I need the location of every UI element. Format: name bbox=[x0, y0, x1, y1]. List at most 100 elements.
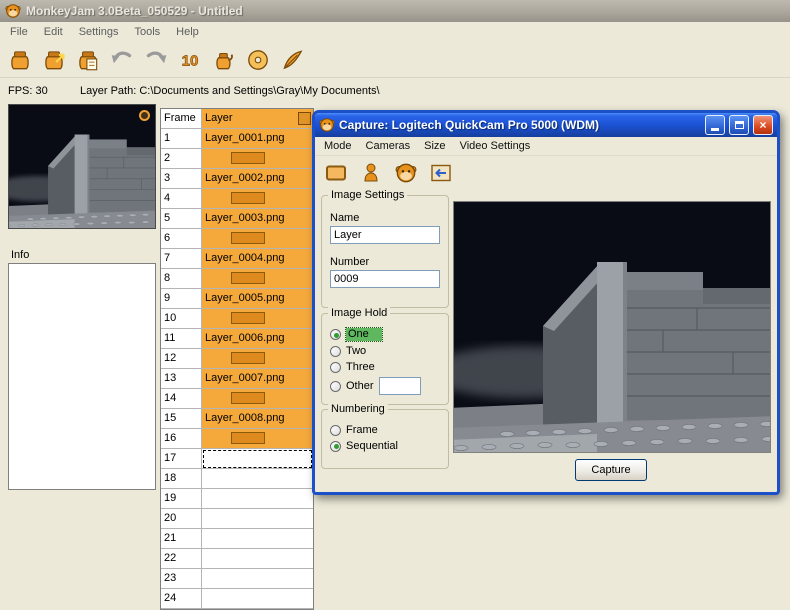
name-input[interactable] bbox=[330, 226, 440, 244]
layer-cell[interactable] bbox=[202, 509, 313, 529]
frame-number-cell[interactable]: 5 bbox=[161, 209, 202, 229]
frame-number-cell[interactable]: 13 bbox=[161, 369, 202, 389]
frame-number-cell[interactable]: 7 bbox=[161, 249, 202, 269]
layer-cell[interactable] bbox=[202, 269, 313, 289]
frame-number-cell[interactable]: 11 bbox=[161, 329, 202, 349]
layer-column-header[interactable]: Layer bbox=[202, 109, 313, 129]
layer-cell[interactable] bbox=[202, 389, 313, 409]
main-titlebar[interactable]: MonkeyJam 3.0Beta_050529 - Untitled bbox=[0, 0, 790, 22]
radio-option-three[interactable]: Three bbox=[330, 361, 442, 373]
layer-cell[interactable]: Layer_0005.png bbox=[202, 289, 313, 309]
capture-button[interactable]: Capture bbox=[575, 459, 647, 481]
frame-number-cell[interactable]: 6 bbox=[161, 229, 202, 249]
layer-cell[interactable]: Layer_0002.png bbox=[202, 169, 313, 189]
undo-icon[interactable] bbox=[107, 45, 137, 75]
layer-cell[interactable]: Layer_0001.png bbox=[202, 129, 313, 149]
frame-number-cell[interactable]: 16 bbox=[161, 429, 202, 449]
radio-option-sequential[interactable]: Sequential bbox=[330, 440, 442, 452]
exposure-sheet-header: Frame Layer bbox=[161, 109, 313, 129]
layer-cell[interactable]: Layer_0007.png bbox=[202, 369, 313, 389]
layer-cell[interactable] bbox=[202, 549, 313, 569]
export-icon[interactable] bbox=[243, 45, 273, 75]
frame-number-cell[interactable]: 15 bbox=[161, 409, 202, 429]
radio-option-frame[interactable]: Frame bbox=[330, 424, 442, 436]
capture-icon[interactable] bbox=[209, 45, 239, 75]
radio-option-one[interactable]: One bbox=[330, 328, 442, 341]
minimize-icon bbox=[711, 128, 719, 131]
other-hold-input[interactable] bbox=[379, 377, 421, 395]
status-row: FPS: 30 Layer Path: C:\Documents and Set… bbox=[0, 79, 790, 103]
capture-frame-icon[interactable] bbox=[323, 160, 349, 186]
frame-number-cell[interactable]: 23 bbox=[161, 569, 202, 589]
main-window: MonkeyJam 3.0Beta_050529 - Untitled File… bbox=[0, 0, 790, 610]
layer-cell[interactable]: Layer_0008.png bbox=[202, 409, 313, 429]
fps-10-icon[interactable] bbox=[175, 45, 205, 75]
frame-number-cell[interactable]: 19 bbox=[161, 489, 202, 509]
layer-header-button[interactable] bbox=[298, 112, 311, 125]
fps-label: FPS: 30 bbox=[8, 79, 48, 103]
save-icon[interactable] bbox=[73, 45, 103, 75]
onion-skin-target-icon[interactable] bbox=[139, 110, 150, 121]
monkey-figure-icon[interactable] bbox=[358, 160, 384, 186]
frame-number-cell[interactable]: 14 bbox=[161, 389, 202, 409]
frame-number-cell[interactable]: 3 bbox=[161, 169, 202, 189]
capture-titlebar[interactable]: Capture: Logitech QuickCam Pro 5000 (WDM… bbox=[315, 113, 777, 137]
radio-option-other[interactable]: Other bbox=[330, 377, 442, 395]
frame-number-cell[interactable]: 1 bbox=[161, 129, 202, 149]
frame-number-cell[interactable]: 9 bbox=[161, 289, 202, 309]
layer-cell[interactable]: Layer_0004.png bbox=[202, 249, 313, 269]
layer-cell[interactable] bbox=[202, 349, 313, 369]
close-button[interactable]: × bbox=[753, 115, 773, 135]
table-row: 13Layer_0007.png bbox=[161, 369, 313, 389]
radio-label: Frame bbox=[346, 424, 378, 436]
layer-cell[interactable] bbox=[202, 469, 313, 489]
frame-column-header[interactable]: Frame bbox=[161, 109, 202, 129]
back-icon[interactable] bbox=[428, 160, 454, 186]
layer-cell[interactable] bbox=[202, 489, 313, 509]
frame-number-cell[interactable]: 10 bbox=[161, 309, 202, 329]
layer-cell[interactable] bbox=[202, 429, 313, 449]
table-row: 1Layer_0001.png bbox=[161, 129, 313, 149]
layer-cell[interactable] bbox=[202, 189, 313, 209]
table-row: 7Layer_0004.png bbox=[161, 249, 313, 269]
menu-mode[interactable]: Mode bbox=[317, 137, 359, 155]
menu-cameras[interactable]: Cameras bbox=[359, 137, 418, 155]
frame-number-cell[interactable]: 8 bbox=[161, 269, 202, 289]
frame-number-cell[interactable]: 17 bbox=[161, 449, 202, 469]
frame-number-cell[interactable]: 22 bbox=[161, 549, 202, 569]
layer-cell[interactable] bbox=[202, 589, 313, 609]
frame-number-cell[interactable]: 4 bbox=[161, 189, 202, 209]
monkey-head-icon[interactable] bbox=[393, 160, 419, 186]
menu-settings[interactable]: Settings bbox=[71, 23, 127, 41]
table-row: 16 bbox=[161, 429, 313, 449]
layer-cell[interactable] bbox=[202, 449, 313, 469]
menu-tools[interactable]: Tools bbox=[126, 23, 168, 41]
layer-cell[interactable] bbox=[202, 149, 313, 169]
frame-number-cell[interactable]: 12 bbox=[161, 349, 202, 369]
maximize-button[interactable] bbox=[729, 115, 749, 135]
new-icon[interactable] bbox=[5, 45, 35, 75]
hold-indicator bbox=[231, 312, 265, 324]
layer-cell[interactable] bbox=[202, 569, 313, 589]
menu-edit[interactable]: Edit bbox=[36, 23, 71, 41]
redo-icon[interactable] bbox=[141, 45, 171, 75]
frame-number-cell[interactable]: 2 bbox=[161, 149, 202, 169]
layer-cell[interactable] bbox=[202, 309, 313, 329]
pencil-icon[interactable] bbox=[277, 45, 307, 75]
menu-help[interactable]: Help bbox=[168, 23, 207, 41]
frame-number-cell[interactable]: 18 bbox=[161, 469, 202, 489]
layer-cell[interactable]: Layer_0006.png bbox=[202, 329, 313, 349]
number-input[interactable] bbox=[330, 270, 440, 288]
menu-video-settings[interactable]: Video Settings bbox=[453, 137, 538, 155]
frame-number-cell[interactable]: 20 bbox=[161, 509, 202, 529]
frame-number-cell[interactable]: 21 bbox=[161, 529, 202, 549]
menu-file[interactable]: File bbox=[2, 23, 36, 41]
radio-option-two[interactable]: Two bbox=[330, 345, 442, 357]
minimize-button[interactable] bbox=[705, 115, 725, 135]
open-icon[interactable] bbox=[39, 45, 69, 75]
frame-number-cell[interactable]: 24 bbox=[161, 589, 202, 609]
layer-cell[interactable] bbox=[202, 229, 313, 249]
layer-cell[interactable] bbox=[202, 529, 313, 549]
menu-size[interactable]: Size bbox=[417, 137, 452, 155]
layer-cell[interactable]: Layer_0003.png bbox=[202, 209, 313, 229]
